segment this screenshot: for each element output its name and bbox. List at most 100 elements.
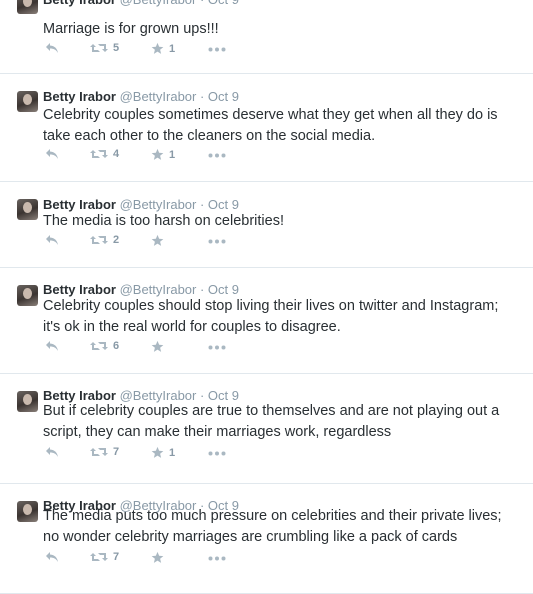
tweet-text-line: The media puts too much pressure on cele… <box>43 508 502 524</box>
reply-icon <box>45 148 59 160</box>
retweet-count: 7 <box>113 446 120 458</box>
retweet-icon <box>90 551 108 563</box>
tweet-date[interactable]: · Oct 9 <box>200 197 239 212</box>
tweet[interactable]: Betty Irabor @BettyIrabor · Oct 9 The med… <box>0 182 533 268</box>
reply-button[interactable] <box>45 42 59 54</box>
reply-button[interactable] <box>45 234 59 246</box>
tweet-text-line: no wonder celebrity marriages are crumbl… <box>43 529 458 545</box>
star-icon <box>151 42 164 55</box>
favorite-button[interactable]: 1 <box>151 42 175 55</box>
tweet-text-line: Celebrity couples sometimes deserve what… <box>43 107 498 123</box>
more-icon <box>208 153 226 158</box>
retweet-button[interactable]: 5 <box>90 42 119 54</box>
tweet-text-line: take each other to the cleaners on the s… <box>43 128 376 144</box>
tweet-text: The media puts too much pressure on cele… <box>43 506 523 548</box>
retweet-button[interactable]: 6 <box>90 340 119 352</box>
more-icon <box>208 47 226 52</box>
more-button[interactable] <box>208 153 226 158</box>
avatar[interactable] <box>17 199 38 220</box>
retweet-button[interactable]: 7 <box>90 551 119 563</box>
tweet-text: But if celebrity couples are true to the… <box>43 401 523 443</box>
avatar[interactable] <box>17 285 38 306</box>
tweet-text-line: it's ok in the real world for couples to… <box>43 319 341 335</box>
favorite-count: 1 <box>169 42 176 55</box>
author-handle[interactable]: @BettyIrabor <box>116 197 200 212</box>
author-name[interactable]: Betty Irabor <box>43 282 116 297</box>
more-button[interactable] <box>208 239 226 244</box>
avatar[interactable] <box>17 391 38 412</box>
tweet[interactable]: Betty Irabor @BettyIrabor · Oct 9 Celebri… <box>0 268 533 374</box>
star-icon <box>151 551 164 564</box>
more-button[interactable] <box>208 345 226 350</box>
star-icon <box>151 340 164 353</box>
tweet[interactable]: Betty Irabor @BettyIrabor · Oct 9 But if … <box>0 374 533 484</box>
favorite-button[interactable]: 1 <box>151 446 175 459</box>
tweet[interactable]: Betty Irabor @BettyIrabor · Oct 9 The med… <box>0 484 533 594</box>
more-button[interactable] <box>208 451 226 456</box>
avatar[interactable] <box>17 0 38 14</box>
author-name[interactable]: Betty Irabor <box>43 0 116 7</box>
avatar[interactable] <box>17 501 38 522</box>
retweet-count: 7 <box>113 551 120 563</box>
favorite-count: 1 <box>169 446 176 459</box>
avatar[interactable] <box>17 91 38 112</box>
tweet-text: Celebrity couples sometimes deserve what… <box>43 105 523 147</box>
author-handle[interactable]: @BettyIrabor <box>116 282 200 297</box>
favorite-button[interactable] <box>151 340 169 353</box>
tweet-text: Marriage is for grown ups!!! <box>43 19 523 40</box>
favorite-button[interactable] <box>151 551 169 564</box>
retweet-count: 4 <box>113 148 120 160</box>
tweet-text: Celebrity couples should stop living the… <box>43 296 523 338</box>
retweet-icon <box>90 148 108 160</box>
star-icon <box>151 446 164 459</box>
more-icon <box>208 239 226 244</box>
tweet-header: Betty Irabor @BettyIrabor · Oct 9 <box>43 89 239 104</box>
retweet-icon <box>90 42 108 54</box>
more-button[interactable] <box>208 47 226 52</box>
more-icon <box>208 556 226 561</box>
tweet[interactable]: Betty Irabor @BettyIrabor · Oct 9 Celebri… <box>0 74 533 182</box>
tweet-date[interactable]: · Oct 9 <box>200 282 239 297</box>
tweet[interactable]: Betty Irabor @BettyIrabor · Oct 9 Marriag… <box>0 0 533 74</box>
star-icon <box>151 148 164 161</box>
favorite-button[interactable]: 1 <box>151 148 175 161</box>
author-name[interactable]: Betty Irabor <box>43 89 116 104</box>
tweet-text: The media is too harsh on celebrities! <box>43 211 523 232</box>
retweet-count: 5 <box>113 42 120 54</box>
retweet-count: 2 <box>113 234 120 246</box>
reply-button[interactable] <box>45 551 59 563</box>
reply-icon <box>45 446 59 458</box>
retweet-button[interactable]: 4 <box>90 148 119 160</box>
retweet-icon <box>90 234 108 246</box>
more-button[interactable] <box>208 556 226 561</box>
retweet-count: 6 <box>113 340 120 352</box>
tweet-date[interactable]: · Oct 9 <box>200 0 239 7</box>
tweet-text-line: But if celebrity couples are true to the… <box>43 403 500 419</box>
more-icon <box>208 451 226 456</box>
reply-icon <box>45 340 59 352</box>
tweet-text-line: script, they can make their marriages wo… <box>43 424 392 440</box>
retweet-button[interactable]: 2 <box>90 234 119 246</box>
tweet-text-line: Marriage is for grown ups!!! <box>43 21 219 37</box>
star-icon <box>151 234 164 247</box>
tweet-text-line: Celebrity couples should stop living the… <box>43 298 499 314</box>
retweet-icon <box>90 340 108 352</box>
retweet-button[interactable]: 7 <box>90 446 119 458</box>
author-handle[interactable]: @BettyIrabor <box>116 89 200 104</box>
reply-icon <box>45 234 59 246</box>
favorite-button[interactable] <box>151 234 169 247</box>
author-name[interactable]: Betty Irabor <box>43 197 116 212</box>
reply-button[interactable] <box>45 148 59 160</box>
tweet-date[interactable]: · Oct 9 <box>200 89 239 104</box>
tweet-header: Betty Irabor @BettyIrabor · Oct 9 <box>43 0 239 7</box>
tweet-header: Betty Irabor @BettyIrabor · Oct 9 <box>43 197 239 212</box>
reply-button[interactable] <box>45 446 59 458</box>
favorite-count: 1 <box>169 148 176 161</box>
tweet-header: Betty Irabor @BettyIrabor · Oct 9 <box>43 282 239 297</box>
reply-icon <box>45 551 59 563</box>
tweet-text-line: The media is too harsh on celebrities! <box>43 213 284 229</box>
more-icon <box>208 345 226 350</box>
reply-button[interactable] <box>45 340 59 352</box>
author-handle[interactable]: @BettyIrabor <box>116 0 200 7</box>
retweet-icon <box>90 446 108 458</box>
